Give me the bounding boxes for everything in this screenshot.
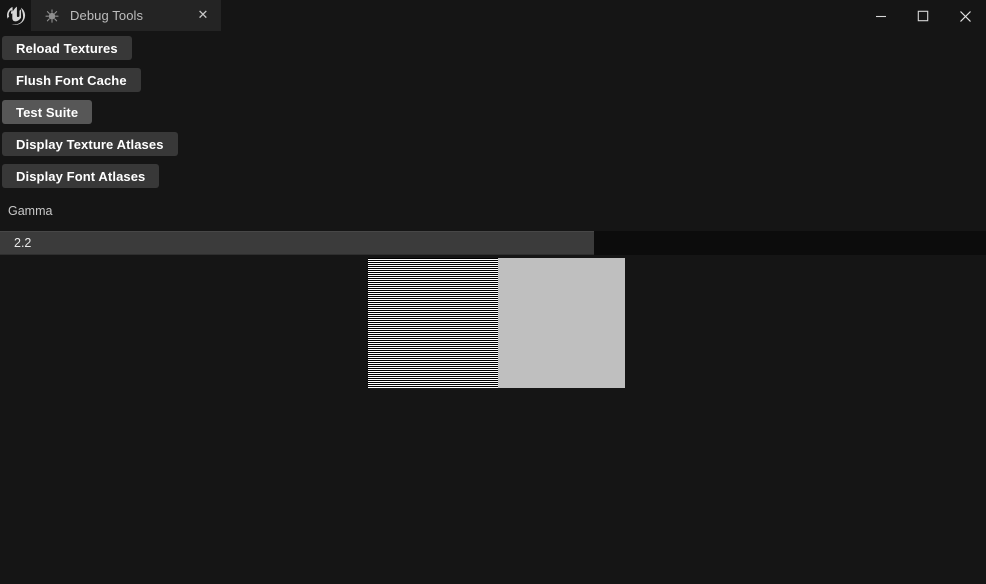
display-texture-atlases-button[interactable]: Display Texture Atlases	[2, 132, 178, 156]
debug-tools-content: Reload Textures Flush Font Cache Test Su…	[0, 32, 986, 584]
gamma-label: Gamma	[8, 204, 53, 218]
gamma-calibration-pattern	[368, 258, 625, 388]
pattern-solid-gray-half	[498, 258, 625, 388]
minimize-icon[interactable]	[860, 0, 902, 32]
reload-textures-button[interactable]: Reload Textures	[2, 36, 132, 60]
maximize-icon[interactable]	[902, 0, 944, 32]
display-font-atlases-button[interactable]: Display Font Atlases	[2, 164, 160, 188]
debug-tools-window: Debug Tools ✕ Reload Textures Flush Font…	[0, 0, 986, 584]
bug-debug-icon	[43, 7, 61, 25]
gamma-slider[interactable]: 2.2	[0, 231, 986, 255]
gamma-slider-fill	[0, 231, 594, 255]
gamma-value-text: 2.2	[14, 236, 32, 250]
tab-debug-tools[interactable]: Debug Tools ✕	[31, 0, 221, 31]
tab-label: Debug Tools	[70, 8, 144, 23]
window-controls	[860, 0, 986, 32]
tab-close-icon[interactable]: ✕	[190, 3, 216, 29]
title-bar: Debug Tools ✕	[0, 0, 986, 32]
close-icon[interactable]	[944, 0, 986, 32]
gamma-section: Gamma 2.2	[0, 204, 986, 255]
test-suite-button[interactable]: Test Suite	[2, 100, 93, 124]
tab-strip: Debug Tools ✕	[31, 0, 221, 32]
debug-action-buttons: Reload Textures Flush Font Cache Test Su…	[2, 36, 178, 196]
flush-font-cache-button[interactable]: Flush Font Cache	[2, 68, 141, 92]
pattern-stripes-half	[368, 258, 498, 388]
unreal-engine-logo-icon	[0, 0, 31, 32]
